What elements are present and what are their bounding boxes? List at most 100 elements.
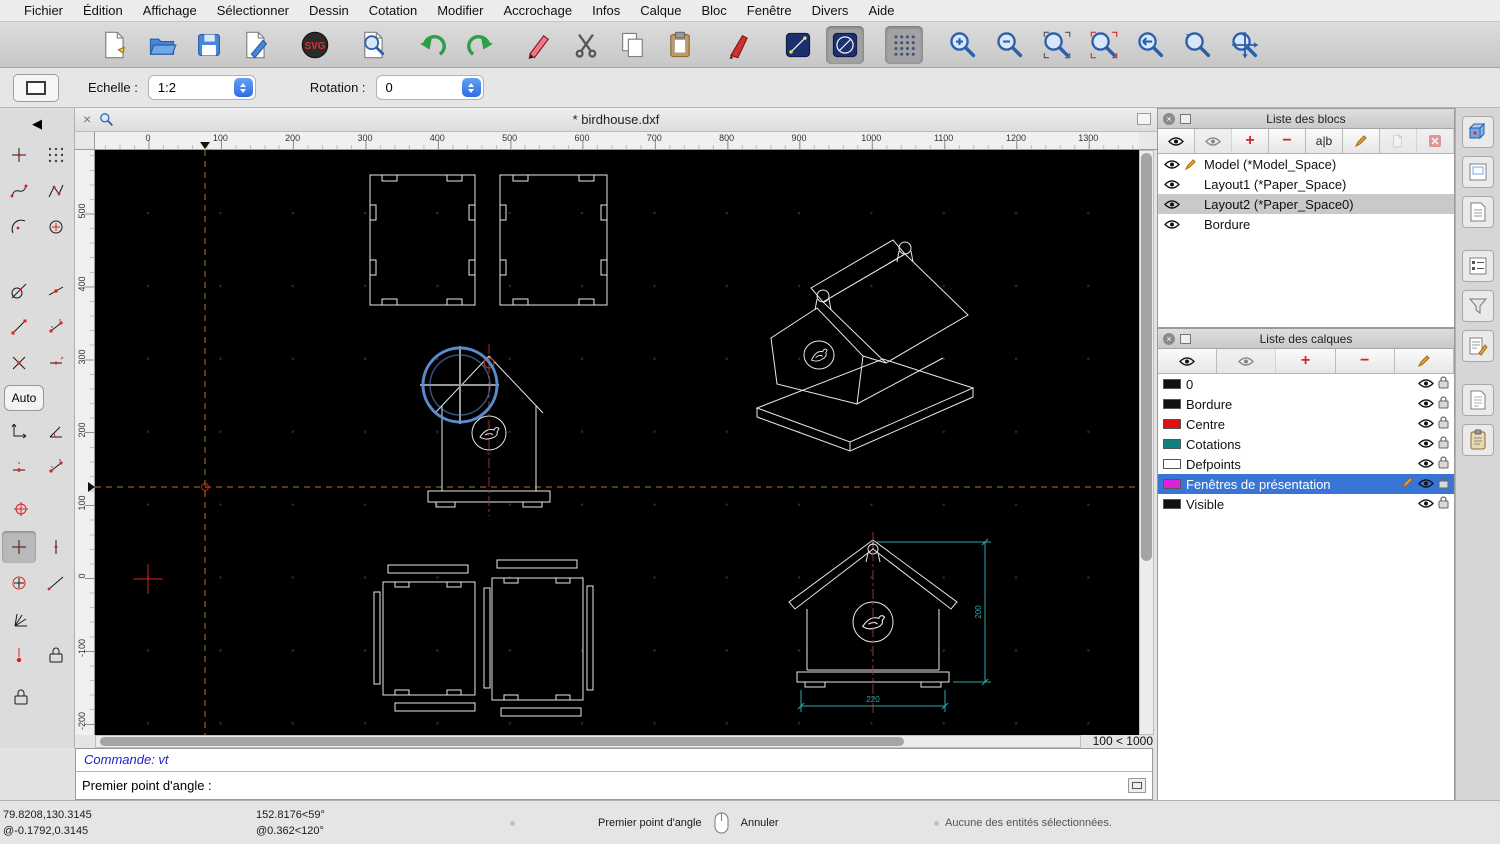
- snap-end-button[interactable]: [2, 311, 36, 343]
- layer-visibility-eye-icon[interactable]: [1418, 457, 1434, 472]
- stepper-icon[interactable]: [233, 78, 253, 97]
- clipboard-panel-icon[interactable]: [1462, 424, 1494, 456]
- snap-reference-button[interactable]: [4, 493, 38, 525]
- snap-endpoints-button[interactable]: [39, 175, 73, 207]
- viewports-icon[interactable]: [1462, 156, 1494, 188]
- horizontal-scrollbar[interactable]: [95, 735, 1081, 748]
- paste-icon[interactable]: [661, 26, 699, 64]
- layer-visibility-eye-icon[interactable]: [1418, 377, 1434, 392]
- layer-row[interactable]: Defpoints: [1158, 454, 1454, 474]
- menu-item[interactable]: Modifier: [427, 3, 493, 18]
- hide-all-layers-button[interactable]: [1217, 349, 1277, 373]
- scrollbar-thumb[interactable]: [1141, 153, 1152, 561]
- document-tab-title[interactable]: * birdhouse.dxf: [75, 112, 1157, 127]
- command-input[interactable]: [217, 778, 1128, 793]
- zoom-selection-icon[interactable]: [1085, 26, 1123, 64]
- library-browser-icon[interactable]: [1462, 384, 1494, 416]
- layer-visibility-eye-icon[interactable]: [1418, 437, 1434, 452]
- menu-item[interactable]: Aide: [858, 3, 904, 18]
- zoom-window-icon[interactable]: [1179, 26, 1217, 64]
- layer-visibility-eye-icon[interactable]: [1418, 497, 1434, 512]
- snap-middle-button[interactable]: [2, 451, 36, 483]
- snap-rays-button[interactable]: [4, 603, 38, 635]
- rename-block-button[interactable]: a|b: [1306, 129, 1343, 153]
- snap-coordinate-polar-button[interactable]: [2, 567, 36, 599]
- copy-icon[interactable]: [614, 26, 652, 64]
- zoom-out-icon[interactable]: [991, 26, 1029, 64]
- snap-tangent-button[interactable]: [2, 275, 36, 307]
- zoom-in-icon[interactable]: [944, 26, 982, 64]
- remove-block-button[interactable]: −: [1269, 129, 1306, 153]
- snap-intersection-button[interactable]: [2, 347, 36, 379]
- property-editor-icon[interactable]: [1462, 116, 1494, 148]
- menu-item[interactable]: Sélectionner: [207, 3, 299, 18]
- menu-item[interactable]: Fichier: [14, 3, 73, 18]
- add-block-button[interactable]: +: [1232, 129, 1269, 153]
- edit-block-button[interactable]: [1343, 129, 1380, 153]
- layer-row[interactable]: Visible: [1158, 494, 1454, 514]
- rotation-select[interactable]: 0: [375, 75, 484, 100]
- snap-sequence-button[interactable]: [39, 311, 73, 343]
- menu-item[interactable]: Fenêtre: [737, 3, 802, 18]
- show-all-blocks-button[interactable]: [1158, 129, 1195, 153]
- layer-visibility-eye-icon[interactable]: [1418, 397, 1434, 412]
- block-row[interactable]: Bordure: [1158, 214, 1454, 234]
- edit-drawing-icon[interactable]: [237, 26, 275, 64]
- hide-all-blocks-button[interactable]: [1195, 129, 1232, 153]
- lock-zero-button[interactable]: [4, 681, 38, 713]
- scale-select[interactable]: 1:2: [147, 75, 256, 100]
- edit-layer-button[interactable]: [1394, 349, 1455, 373]
- vertical-scrollbar[interactable]: [1139, 150, 1154, 735]
- new-file-icon[interactable]: [96, 26, 134, 64]
- scissors-icon[interactable]: [567, 26, 605, 64]
- back-button[interactable]: ◀: [2, 113, 72, 135]
- stepper-icon[interactable]: [461, 78, 481, 97]
- block-visibility-eye-icon[interactable]: [1163, 159, 1181, 170]
- block-row[interactable]: Model (*Model_Space): [1158, 154, 1454, 174]
- detach-panel-icon[interactable]: [1180, 114, 1191, 124]
- drawing-canvas[interactable]: 220 200: [95, 150, 1139, 735]
- insert-block-button[interactable]: [1380, 129, 1417, 153]
- block-visibility-eye-icon[interactable]: [1163, 199, 1181, 210]
- menu-item[interactable]: Divers: [802, 3, 859, 18]
- undo-icon[interactable]: [414, 26, 452, 64]
- snap-angle-button[interactable]: [39, 415, 73, 447]
- layer-row[interactable]: Centre: [1158, 414, 1454, 434]
- restrict-xy-button[interactable]: [2, 415, 36, 447]
- menu-item[interactable]: Édition: [73, 3, 133, 18]
- layer-list-icon[interactable]: [1462, 330, 1494, 362]
- remove-layer-button[interactable]: −: [1335, 349, 1395, 373]
- layer-lock-icon[interactable]: [1438, 496, 1449, 512]
- menu-item[interactable]: Bloc: [691, 3, 736, 18]
- snap-center-button[interactable]: [39, 211, 73, 243]
- filter-icon[interactable]: [1462, 290, 1494, 322]
- block-list-icon[interactable]: [1462, 250, 1494, 282]
- scrollbar-thumb[interactable]: [100, 737, 904, 746]
- grid-toggle-icon[interactable]: [885, 25, 923, 64]
- block-visibility-eye-icon[interactable]: [1163, 179, 1181, 190]
- snap-distance-button[interactable]: [39, 451, 73, 483]
- layer-lock-icon[interactable]: [1438, 436, 1449, 452]
- lock-relative-zero-button[interactable]: [39, 639, 73, 671]
- snap-grid-button[interactable]: [39, 139, 73, 171]
- command-options-button[interactable]: [1128, 778, 1146, 793]
- open-file-icon[interactable]: [143, 26, 181, 64]
- delete-block-button[interactable]: [1417, 129, 1454, 153]
- menu-item[interactable]: Calque: [630, 3, 691, 18]
- snap-on-entity-button[interactable]: [39, 275, 73, 307]
- layer-row[interactable]: Bordure: [1158, 394, 1454, 414]
- close-panel-icon[interactable]: ×: [1163, 333, 1175, 345]
- pan-icon[interactable]: [1226, 26, 1264, 64]
- zoom-auto-icon[interactable]: [1038, 26, 1076, 64]
- ellipse-tool-icon[interactable]: [826, 25, 864, 64]
- layer-lock-icon[interactable]: [1438, 476, 1449, 492]
- block-visibility-eye-icon[interactable]: [1163, 219, 1181, 230]
- pen-icon[interactable]: [520, 26, 558, 64]
- menu-item[interactable]: Infos: [582, 3, 630, 18]
- zoom-previous-icon[interactable]: [1132, 26, 1170, 64]
- close-panel-icon[interactable]: ×: [1163, 113, 1175, 125]
- layer-row[interactable]: Cotations: [1158, 434, 1454, 454]
- save-icon[interactable]: [190, 26, 228, 64]
- sheets-icon[interactable]: [1462, 196, 1494, 228]
- menu-item[interactable]: Affichage: [133, 3, 207, 18]
